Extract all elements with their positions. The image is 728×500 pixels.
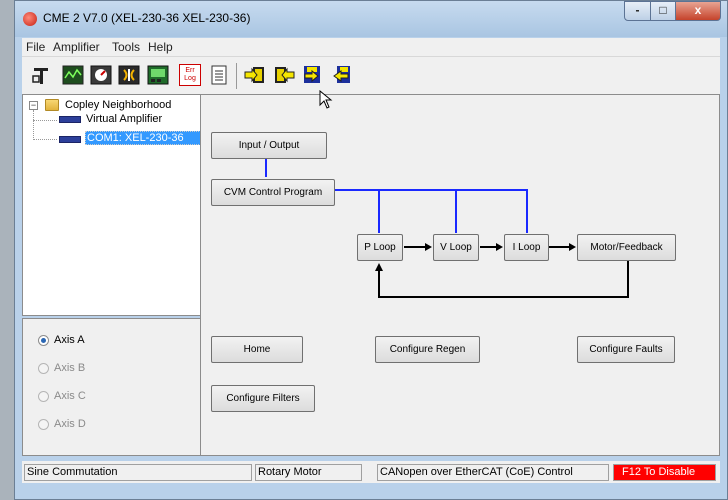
auto-phase-icon[interactable]: [118, 64, 140, 86]
tree-connector: [33, 110, 34, 140]
feedback-line: [378, 261, 629, 298]
axis-b-label: Axis B: [54, 362, 86, 374]
main-diagram: Input / Output CVM Control Program P Loo…: [200, 94, 720, 456]
axis-d-radio: [38, 419, 49, 430]
axis-c-radio: [38, 391, 49, 402]
menu-bar: File Amplifier Tools Help: [22, 38, 720, 56]
p-loop-button[interactable]: P Loop: [357, 234, 403, 261]
home-config-icon[interactable]: [31, 64, 53, 86]
cvm-control-program-button[interactable]: CVM Control Program: [211, 179, 335, 206]
axis-a-label[interactable]: Axis A: [54, 334, 85, 346]
v-loop-button[interactable]: V Loop: [433, 234, 479, 261]
axis-a-radio[interactable]: [38, 335, 49, 346]
menu-file[interactable]: File: [26, 40, 45, 54]
status-f12-disable[interactable]: F12 To Disable: [613, 464, 716, 481]
menu-tools[interactable]: Tools: [112, 40, 140, 54]
status-bar: Sine Commutation Rotary Motor CANopen ov…: [22, 461, 720, 483]
control-panel-icon[interactable]: [90, 64, 112, 86]
tree-item-virtual-amplifier[interactable]: Virtual Amplifier: [86, 113, 162, 125]
arrowhead: [375, 263, 383, 271]
title-bar[interactable]: CME 2 V7.0 (XEL-230-36 XEL-230-36) - □ x: [15, 1, 727, 37]
window-title: CME 2 V7.0 (XEL-230-36 XEL-230-36): [43, 11, 251, 25]
amplifier-icon: [59, 136, 81, 143]
maximize-button[interactable]: □: [650, 1, 676, 21]
close-button[interactable]: x: [675, 1, 721, 21]
amplifier-tree: − Copley Neighborhood Virtual Amplifier …: [22, 94, 206, 316]
i-loop-button[interactable]: I Loop: [504, 234, 549, 261]
collapse-toggle[interactable]: −: [29, 101, 38, 110]
menu-help[interactable]: Help: [148, 40, 173, 54]
configure-filters-button[interactable]: Configure Filters: [211, 385, 315, 412]
app-icon[interactable]: [23, 12, 37, 26]
motor-feedback-button[interactable]: Motor/Feedback: [577, 234, 676, 261]
axis-c-label: Axis C: [54, 390, 86, 402]
io-monitor-icon[interactable]: [147, 64, 169, 86]
minimize-icon: -: [635, 3, 640, 17]
mouse-cursor-icon: [319, 90, 333, 109]
tree-root-label[interactable]: Copley Neighborhood: [65, 99, 171, 111]
minimize-button[interactable]: -: [624, 1, 651, 21]
configure-regen-button[interactable]: Configure Regen: [375, 336, 480, 363]
close-icon: x: [694, 3, 702, 17]
input-output-button[interactable]: Input / Output: [211, 132, 327, 159]
home-button[interactable]: Home: [211, 336, 303, 363]
restore-from-disk-icon[interactable]: [330, 64, 352, 86]
app-window: CME 2 V7.0 (XEL-230-36 XEL-230-36) - □ x…: [14, 0, 728, 500]
axis-d-label: Axis D: [54, 418, 86, 430]
configure-faults-button[interactable]: Configure Faults: [577, 336, 675, 363]
save-to-amp-icon[interactable]: [244, 64, 266, 86]
maximize-icon: □: [659, 3, 667, 17]
axis-b-radio: [38, 363, 49, 374]
toolbar: Err Log: [22, 56, 720, 94]
toolbar-separator: [236, 63, 237, 89]
axis-selector: Axis A Axis B Axis C Axis D: [22, 318, 206, 456]
amplifier-icon: [59, 116, 81, 123]
arrowhead: [425, 243, 432, 251]
error-log-icon[interactable]: Err Log: [179, 64, 201, 86]
arrowhead: [569, 243, 576, 251]
tree-connector: [33, 120, 57, 121]
status-network: CANopen over EtherCAT (CoE) Control: [377, 464, 609, 481]
status-motor: Rotary Motor: [255, 464, 362, 481]
tree-item-com1[interactable]: COM1: XEL-230-36: [85, 131, 201, 145]
folder-icon: [45, 99, 59, 111]
status-commutation: Sine Commutation: [24, 464, 252, 481]
arrowhead: [496, 243, 503, 251]
restore-from-amp-icon[interactable]: [273, 64, 295, 86]
save-to-disk-icon[interactable]: [301, 64, 323, 86]
tree-connector: [33, 139, 57, 140]
notes-icon[interactable]: [208, 64, 230, 86]
menu-amplifier[interactable]: Amplifier: [53, 40, 100, 54]
scope-icon[interactable]: [62, 64, 84, 86]
